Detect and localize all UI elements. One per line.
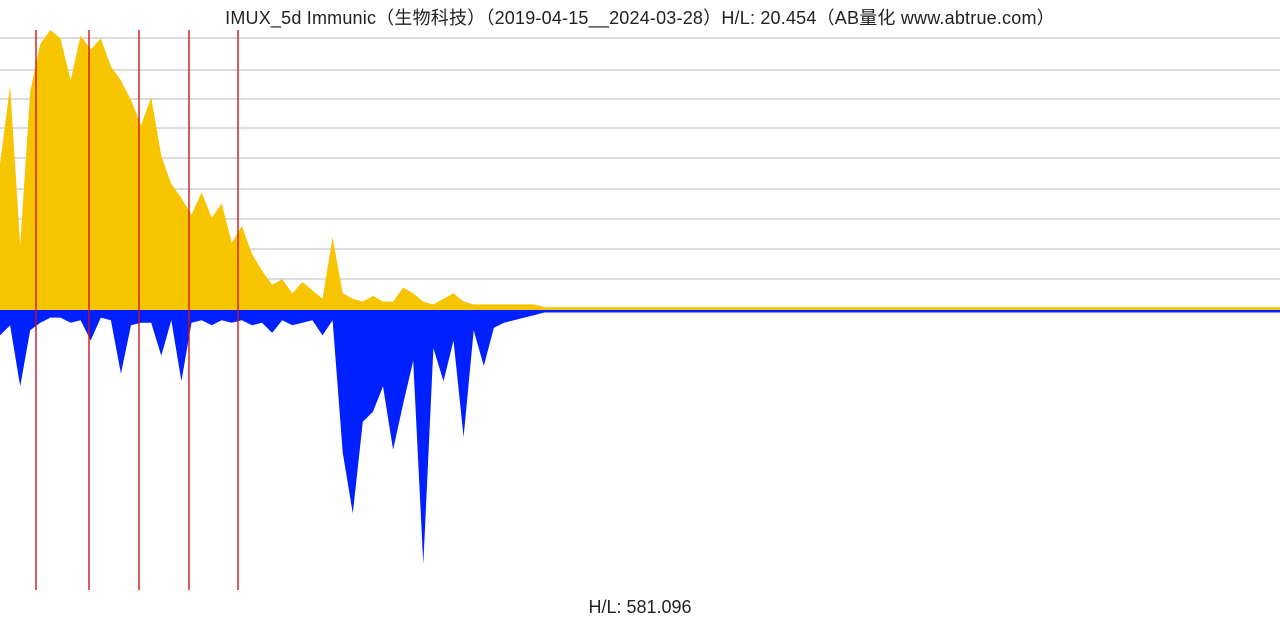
- chart-footer: H/L: 581.096: [0, 597, 1280, 618]
- chart-canvas: [0, 0, 1280, 620]
- price-volume-chart: IMUX_5d Immunic（生物科技）（2019-04-15__2024-0…: [0, 0, 1280, 620]
- chart-title: IMUX_5d Immunic（生物科技）（2019-04-15__2024-0…: [0, 4, 1280, 30]
